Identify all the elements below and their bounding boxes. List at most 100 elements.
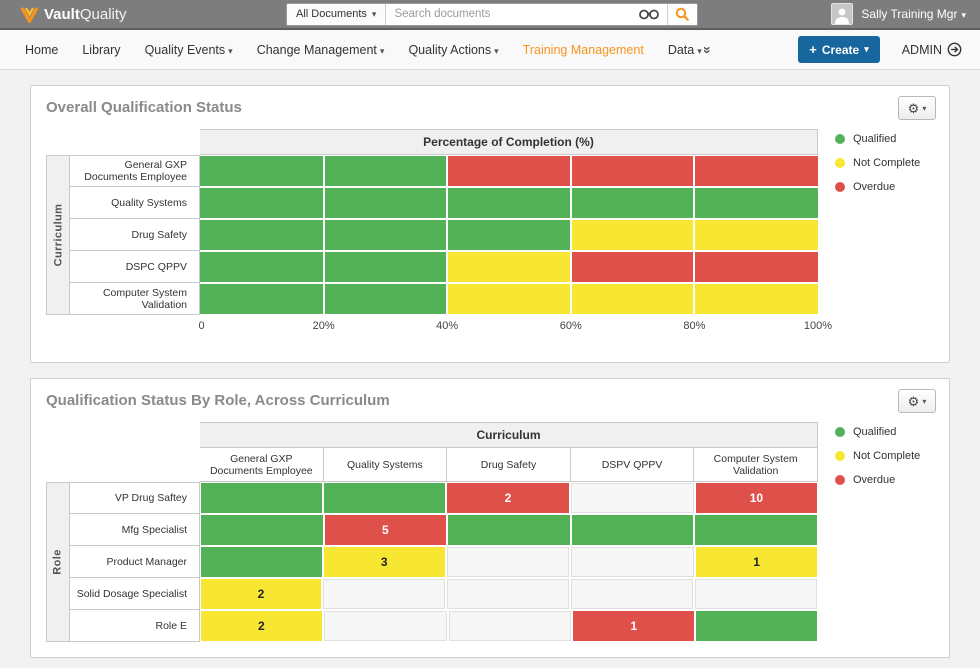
admin-button[interactable]: ADMIN <box>902 42 962 57</box>
legend-item-qualified: Qualified <box>835 426 920 438</box>
legend-dot-qualified <box>835 427 845 437</box>
heatmap-cell-not_complete[interactable]: 2 <box>201 579 321 609</box>
heatmap-cell-overdue[interactable]: 5 <box>325 515 447 545</box>
bar-row <box>200 219 818 251</box>
nav-item-change-management[interactable]: Change Management▾ <box>257 43 385 57</box>
chart-main-column: CurriculumGeneral GXP Documents Employee… <box>200 422 818 642</box>
plus-icon: + <box>809 42 817 57</box>
legend-item-overdue: Overdue <box>835 474 920 486</box>
row-label-cell: Drug Safety <box>70 219 200 251</box>
heatmap-cell-not_complete[interactable]: 1 <box>696 547 817 577</box>
bar-segment-not-complete[interactable] <box>571 220 818 250</box>
chevron-down-icon: ▾ <box>494 46 499 56</box>
user-menu[interactable]: Sally Training Mgr▾ <box>831 3 966 25</box>
row-label-cell: Quality Systems <box>70 187 200 219</box>
bar-segment-qualified[interactable] <box>200 156 447 186</box>
legend-item-overdue: Overdue <box>835 181 920 193</box>
panel2-title: Qualification Status By Role, Across Cur… <box>46 392 943 409</box>
heatmap-cell-overdue[interactable]: 10 <box>696 483 817 513</box>
chevron-down-icon: ▾ <box>372 9 377 20</box>
nav-item-quality-actions[interactable]: Quality Actions▾ <box>408 43 498 57</box>
heatmap-cell-qualified[interactable] <box>696 611 817 641</box>
search-scope-dropdown[interactable]: All Documents ▾ <box>287 4 386 25</box>
panel1-settings-button[interactable]: ⚙ ▾ <box>898 96 936 120</box>
bar-segment-qualified[interactable] <box>200 220 571 250</box>
heatmap-cell-qualified[interactable] <box>324 483 445 513</box>
heatmap-cell-overdue[interactable]: 2 <box>447 483 568 513</box>
nav-item-home[interactable]: Home <box>25 43 58 57</box>
bar-segment-qualified[interactable] <box>200 284 447 314</box>
heatmap-cell-qualified[interactable] <box>695 515 817 545</box>
heatmap-cell-not_complete[interactable]: 3 <box>324 547 445 577</box>
chevron-down-icon: ▾ <box>864 44 869 55</box>
bar-segment-overdue[interactable] <box>571 252 818 282</box>
search-input[interactable] <box>386 4 631 25</box>
global-search-bar: All Documents ▾ <box>286 3 698 26</box>
column-axis-title-strip: Curriculum <box>200 422 818 448</box>
chevron-down-icon: ▾ <box>922 397 926 406</box>
binoculars-icon <box>639 8 659 21</box>
heatmap-cell-qualified[interactable] <box>572 515 694 545</box>
gear-icon: ⚙ <box>908 102 920 115</box>
advanced-search-button[interactable] <box>631 4 667 25</box>
nav-item-training-management[interactable]: Training Management <box>523 43 644 57</box>
nav-item-quality-events[interactable]: Quality Events▾ <box>145 43 233 57</box>
search-submit-button[interactable] <box>667 4 697 25</box>
axis-tick-label: 20% <box>313 320 335 332</box>
row-label-cell: Computer System Validation <box>70 283 200 315</box>
nav-item-data[interactable]: Data▾ <box>668 43 702 57</box>
stacked-bar <box>200 188 818 218</box>
create-button[interactable]: + Create ▾ <box>798 36 879 63</box>
bar-segment-not-complete[interactable] <box>447 284 818 314</box>
row-label-cell: Role E <box>70 610 200 642</box>
heatmap-cell-qualified[interactable] <box>201 515 323 545</box>
row-label-cell: Product Manager <box>70 546 200 578</box>
bar-segment-qualified[interactable] <box>200 252 447 282</box>
column-header-cell: Quality Systems <box>324 448 448 482</box>
heatmap-row: 21 <box>200 610 818 642</box>
admin-enter-arrow-icon <box>947 42 962 57</box>
heatmap-cell-empty <box>324 611 447 641</box>
heatmap-cell-empty <box>571 579 693 609</box>
nav-overflow-double-chevron-icon[interactable]: » <box>700 46 716 54</box>
row-label-cell: Mfg Specialist <box>70 514 200 546</box>
heatmap-cell-qualified[interactable] <box>201 547 322 577</box>
stacked-bar-chart: Curriculum General GXP Documents Employee… <box>46 129 818 335</box>
legend-dot-not_complete <box>835 451 845 461</box>
heatmap-cell-not_complete[interactable]: 2 <box>201 611 322 641</box>
bar-segment-overdue[interactable] <box>447 156 818 186</box>
nav-item-label: Library <box>82 43 120 57</box>
legend-dot-not_complete <box>835 158 845 168</box>
chevron-down-icon: ▾ <box>922 104 926 113</box>
legend-item-not_complete: Not Complete <box>835 450 920 462</box>
heatmap-cell-overdue[interactable]: 1 <box>573 611 694 641</box>
bars-area <box>200 155 818 315</box>
axis-tick-label: 80% <box>683 320 705 332</box>
search-icon <box>675 7 690 22</box>
vault-brand: VaultQuality <box>20 6 200 23</box>
axis-tick-label: 60% <box>560 320 582 332</box>
app-window: VaultQuality All Documents ▾ <box>0 0 980 668</box>
column-header-cell: General GXP Documents Employee <box>200 448 324 482</box>
heatmap-cell-qualified[interactable] <box>201 483 322 513</box>
chart-main-column: Percentage of Completion (%)020%40%60%80… <box>200 129 818 335</box>
nav-item-library[interactable]: Library <box>82 43 120 57</box>
axis-tick-label: 40% <box>436 320 458 332</box>
category-axis-title-cell: Curriculum <box>46 155 70 315</box>
bar-segment-not-complete[interactable] <box>447 252 571 282</box>
axis-tick-label: 100% <box>804 320 832 332</box>
category-axis-title: Curriculum <box>52 204 64 267</box>
row-label-cell: Solid Dosage Specialist <box>70 578 200 610</box>
bar-row <box>200 187 818 219</box>
heatmap-cell-qualified[interactable] <box>448 515 570 545</box>
gear-icon: ⚙ <box>908 395 920 408</box>
bar-segment-qualified[interactable] <box>200 188 818 218</box>
panel2-chart-wrap: RoleVP Drug SafteyMfg SpecialistProduct … <box>46 422 943 642</box>
create-button-label: Create <box>822 43 859 57</box>
column-header-cell: Drug Safety <box>447 448 571 482</box>
heatmap-chart: RoleVP Drug SafteyMfg SpecialistProduct … <box>46 422 818 642</box>
heatmap-cell-empty <box>695 579 817 609</box>
row-label-column: General GXP Documents EmployeeQuality Sy… <box>70 129 200 335</box>
panel2-settings-button[interactable]: ⚙ ▾ <box>898 389 936 413</box>
heatmap-row: 5 <box>200 514 818 546</box>
